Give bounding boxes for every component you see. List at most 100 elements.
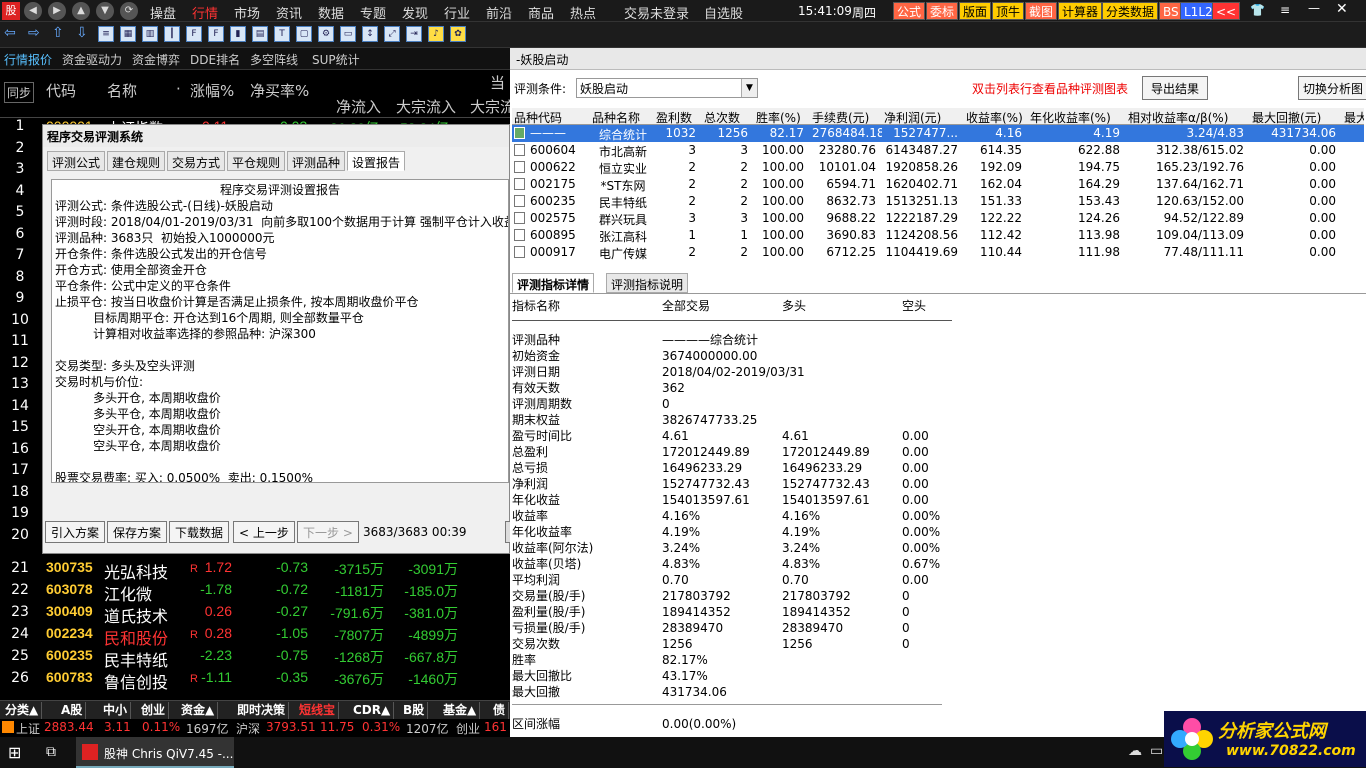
dialog-tab-2[interactable]: 交易方式 xyxy=(167,151,226,171)
f10-icon[interactable]: F xyxy=(208,26,224,42)
table-row[interactable]: 23 300409 道氏技术 0.26 -0.27 -791.6万 -381.0万 xyxy=(0,602,510,626)
settings-icon[interactable]: ⚙ xyxy=(318,26,334,42)
bars-icon[interactable]: ▮ xyxy=(230,26,246,42)
table-row[interactable]: 26 600783 鲁信创投 R -1.11 -0.35 -3676万 -1460万 xyxy=(0,668,510,692)
menu-item-5[interactable]: 专题 xyxy=(360,3,386,22)
bottom-tab-0[interactable]: 分类▲ xyxy=(2,702,43,719)
capture-icon[interactable]: ▢ xyxy=(296,26,312,42)
export-icon[interactable]: ⇥ xyxy=(406,26,422,42)
cloud-icon[interactable]: ☁ xyxy=(1128,743,1142,759)
sync-button[interactable]: 同步 xyxy=(4,82,35,103)
left-tab-1[interactable]: 资金驱动力 xyxy=(62,51,122,68)
export-button[interactable]: 导出结果 xyxy=(1142,76,1209,100)
left-tab-3[interactable]: DDE排名 xyxy=(190,51,240,68)
right-button-4[interactable]: 截图 xyxy=(1025,2,1058,20)
menu-item-7[interactable]: 行业 xyxy=(444,3,470,22)
result-header-6[interactable]: 净利润(元) xyxy=(884,109,964,126)
dialog-tab-5[interactable]: 设置报告 xyxy=(347,151,406,171)
dialog-button-2[interactable]: 下载数据 xyxy=(169,521,230,543)
result-header-4[interactable]: 胜率(%) xyxy=(756,109,810,126)
windows-start-icon[interactable]: ⊞ xyxy=(8,744,26,762)
arrow-right-icon[interactable]: ⇨ xyxy=(28,25,40,41)
left-tab-5[interactable]: SUP统计 xyxy=(312,51,360,68)
right-button-2[interactable]: 版面 xyxy=(959,2,992,20)
result-header-8[interactable]: 年化收益率(%) xyxy=(1030,109,1126,126)
right-button-0[interactable]: 公式 xyxy=(893,2,926,20)
col-biginflow[interactable]: 大宗流入 xyxy=(396,96,456,117)
col-netbuy[interactable]: 净买率% xyxy=(250,80,309,101)
bottom-tab-10[interactable]: 债 xyxy=(490,702,510,719)
up-icon[interactable]: ▲ xyxy=(72,2,90,20)
result-header-1[interactable]: 品种名称 xyxy=(592,109,654,126)
close-icon[interactable]: ✕ xyxy=(1336,1,1348,17)
table-row[interactable]: 600604 市北高新 3 3 100.00 23280.76 6143487.27 614.… xyxy=(512,142,1364,159)
detail-tab-0[interactable]: 评测指标详情 xyxy=(512,273,595,293)
login-status[interactable]: 交易未登录 xyxy=(624,3,689,22)
dialog-button-4[interactable]: 下一步 > xyxy=(297,521,359,543)
cond-select[interactable]: 妖股启动 ▼ xyxy=(576,78,758,98)
bottom-tab-6[interactable]: 短线宝 xyxy=(296,702,340,719)
menu-item-9[interactable]: 商品 xyxy=(528,3,554,22)
chevron-down-icon[interactable]: ▼ xyxy=(741,79,757,97)
taskbar-app[interactable]: 股神 Chris QiV7.45 -... xyxy=(76,737,234,768)
table-row[interactable]: 600895 张江高科 1 1 100.00 3690.83 1124208.56 112.4… xyxy=(512,227,1364,244)
menu-item-8[interactable]: 前沿 xyxy=(486,3,512,22)
folder-icon[interactable]: ▭ xyxy=(340,26,356,42)
table-row[interactable]: 24 002234 民和股份 R 0.28 -1.05 -7807万 -4899万 xyxy=(0,624,510,648)
col-name[interactable]: 名称 xyxy=(107,80,137,101)
bottom-tab-1[interactable]: A股 xyxy=(58,702,87,719)
grid-icon[interactable]: ▦ xyxy=(120,26,136,42)
list-icon[interactable]: ≡ xyxy=(98,26,114,42)
task-view-icon[interactable]: ⧉ xyxy=(46,744,56,760)
refresh-icon[interactable]: ⟳ xyxy=(120,2,138,20)
table-row[interactable]: 600235 民丰特纸 2 2 100.00 8632.73 1513251.13 151.3… xyxy=(512,193,1364,210)
menu-icon[interactable]: ≡ xyxy=(1280,3,1290,17)
left-tab-0[interactable]: 行情报价 xyxy=(4,51,52,68)
dialog-button-0[interactable]: 引入方案 xyxy=(45,521,106,543)
dialog-tab-4[interactable]: 评测品种 xyxy=(287,151,346,171)
fo-icon[interactable]: F xyxy=(186,26,202,42)
cy-name[interactable]: 创业 xyxy=(456,720,480,737)
result-header-5[interactable]: 手续费(元) xyxy=(812,109,882,126)
table-row[interactable]: 22 603078 江化微 -1.78 -0.72 -1181万 -185.0万 xyxy=(0,580,510,604)
right-button-1[interactable]: 委标 xyxy=(926,2,959,20)
result-header-7[interactable]: 收益率(%) xyxy=(966,109,1028,126)
table-row[interactable]: 25 600235 民丰特纸 -2.23 -0.75 -1268万 -667.8万 xyxy=(0,646,510,670)
down-icon[interactable]: ▼ xyxy=(96,2,114,20)
kline-icon[interactable]: ┃ xyxy=(164,26,180,42)
zoom-icon[interactable]: ⤢ xyxy=(384,26,400,42)
dialog-button-3[interactable]: < 上一步 xyxy=(233,521,295,543)
forward-icon[interactable]: ▶ xyxy=(48,2,66,20)
col-bigflow[interactable]: 大宗流 xyxy=(470,96,510,117)
table-row[interactable]: ——— 综合统计 1032 1256 82.17 2768484.18 1527477...… xyxy=(512,125,1364,142)
dialog-button-1[interactable]: 保存方案 xyxy=(107,521,168,543)
table-row[interactable]: 000622 恒立实业 2 2 100.00 10101.04 1920858.26 192.… xyxy=(512,159,1364,176)
bell-icon[interactable]: ♪ xyxy=(428,26,444,42)
result-header-2[interactable]: 盈利数 xyxy=(656,109,702,126)
switch-chart-button[interactable]: 切换分析图 xyxy=(1298,76,1366,100)
menu-item-3[interactable]: 资讯 xyxy=(276,3,302,22)
menu-item-10[interactable]: 热点 xyxy=(570,3,596,22)
network-icon[interactable]: ▭ xyxy=(1150,743,1163,759)
gear-yellow-icon[interactable]: ✿ xyxy=(450,26,466,42)
chart-icon[interactable]: ▥ xyxy=(142,26,158,42)
bottom-tab-7[interactable]: CDR▲ xyxy=(350,702,395,719)
dialog-tab-0[interactable]: 评测公式 xyxy=(47,151,106,171)
right-button-9[interactable]: << xyxy=(1212,2,1241,20)
table-row[interactable]: 002575 群兴玩具 3 3 100.00 9688.22 1222187.29 122.2… xyxy=(512,210,1364,227)
text-icon[interactable]: T xyxy=(274,26,290,42)
arrow-left-icon[interactable]: ⇦ xyxy=(4,25,16,41)
menu-item-6[interactable]: 发现 xyxy=(402,3,428,22)
table-icon[interactable]: ▤ xyxy=(252,26,268,42)
sort-icon[interactable]: ↕ xyxy=(362,26,378,42)
left-tab-4[interactable]: 多空阵线 xyxy=(250,51,298,68)
col-netinflow[interactable]: 净流入 xyxy=(336,96,381,117)
menu-item-1[interactable]: 行情 xyxy=(192,3,218,22)
minimize-icon[interactable]: — xyxy=(1308,1,1320,15)
detail-tab-1[interactable]: 评测指标说明 xyxy=(606,273,689,293)
menu-item-0[interactable]: 操盘 xyxy=(150,3,176,22)
bottom-tab-4[interactable]: 资金▲ xyxy=(178,702,219,719)
right-button-5[interactable]: 计算器 xyxy=(1058,2,1103,20)
col-change[interactable]: 涨幅% xyxy=(190,80,234,101)
col-current[interactable]: 当 xyxy=(490,72,505,93)
